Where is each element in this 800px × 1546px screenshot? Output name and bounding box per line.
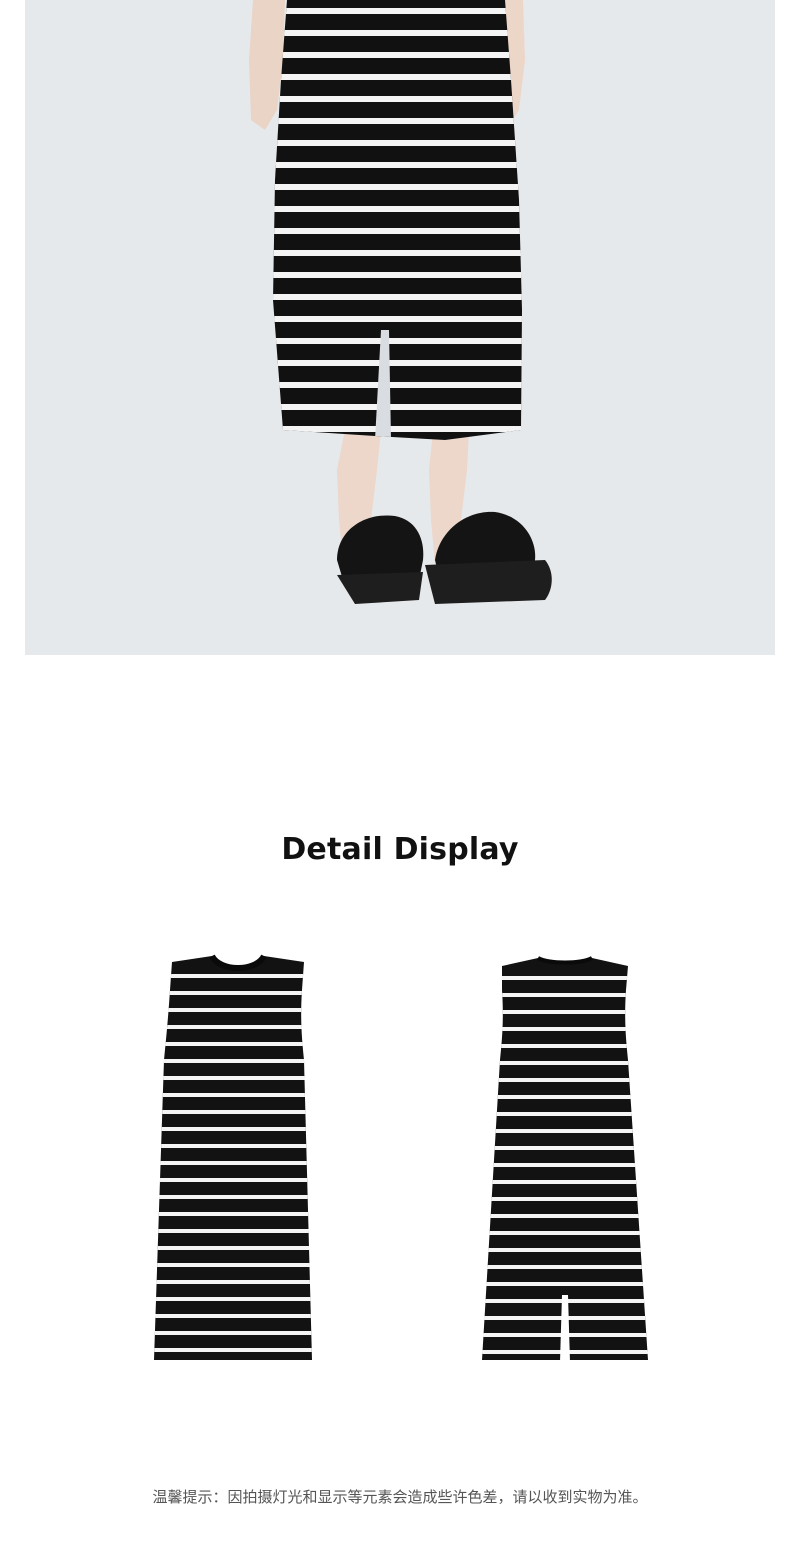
back-stripe xyxy=(482,1061,648,1065)
hero-stripe xyxy=(273,8,522,14)
color-difference-notice: 温馨提示：因拍摄灯光和显示等元素会造成些许色差，请以收到实物为准。 xyxy=(152,1488,648,1506)
back-stripe xyxy=(482,1214,648,1218)
hero-stripe xyxy=(273,316,522,322)
hero-stripe xyxy=(273,426,522,432)
back-stripe xyxy=(482,1044,648,1048)
hero-illustration xyxy=(25,0,775,655)
back-stripe xyxy=(482,1197,648,1201)
front-stripe xyxy=(154,1314,312,1318)
back-stripe xyxy=(482,1112,648,1116)
front-stripe xyxy=(154,1263,312,1267)
hero-stripe xyxy=(273,382,522,388)
back-stripe xyxy=(482,1282,648,1286)
hero-stripe xyxy=(273,96,522,102)
hero-stripe xyxy=(273,140,522,146)
dress-back-illustration xyxy=(482,956,648,1360)
hero-stripe xyxy=(273,294,522,300)
hero-stripe xyxy=(273,206,522,212)
hero-stripe xyxy=(273,52,522,58)
hero-stripe xyxy=(273,162,522,168)
hero-stripe xyxy=(273,360,522,366)
front-stripe xyxy=(154,1331,312,1335)
front-stripe xyxy=(154,1161,312,1165)
hero-stripe xyxy=(273,250,522,256)
back-stripe xyxy=(482,1095,648,1099)
back-stripe xyxy=(482,1231,648,1235)
back-stripe xyxy=(482,1010,648,1014)
section-title: Detail Display xyxy=(281,832,519,867)
dress-back-view xyxy=(478,950,652,1370)
back-neckline xyxy=(536,956,594,965)
back-stripe xyxy=(482,993,648,997)
back-stripe xyxy=(482,1265,648,1269)
front-stripe xyxy=(154,1229,312,1233)
front-stripe xyxy=(154,991,312,995)
front-stripe xyxy=(154,1008,312,1012)
back-stripe xyxy=(482,1027,648,1031)
front-stripe xyxy=(154,1212,312,1216)
back-stripe xyxy=(482,976,648,980)
front-stripe xyxy=(154,1059,312,1063)
hero-model-photo xyxy=(25,0,775,655)
hero-stripe xyxy=(273,338,522,344)
front-stripe xyxy=(154,1110,312,1114)
back-stripe xyxy=(482,1180,648,1184)
front-stripe xyxy=(154,1025,312,1029)
dress-front-view xyxy=(150,950,326,1370)
front-stripe xyxy=(154,1127,312,1131)
back-stripe xyxy=(482,1146,648,1150)
hero-stripe xyxy=(273,228,522,234)
back-stripe xyxy=(482,1163,648,1167)
back-stripe xyxy=(482,1248,648,1252)
front-stripe xyxy=(154,1144,312,1148)
striped-dress xyxy=(273,0,522,440)
front-stripe xyxy=(154,1093,312,1097)
hero-stripe xyxy=(273,30,522,36)
back-stripe xyxy=(482,1129,648,1133)
hero-stripe xyxy=(273,184,522,190)
front-stripe xyxy=(154,974,312,978)
front-stripe xyxy=(154,1042,312,1046)
crew-neckline xyxy=(209,954,267,971)
hero-stripe xyxy=(273,272,522,278)
hero-stripe xyxy=(273,404,522,410)
front-stripe xyxy=(154,1195,312,1199)
dress-front-illustration xyxy=(154,954,312,1360)
front-stripe xyxy=(154,1280,312,1284)
hero-stripe xyxy=(273,118,522,124)
front-stripe xyxy=(154,1348,312,1352)
back-stripe xyxy=(482,1078,648,1082)
front-stripe xyxy=(154,1076,312,1080)
front-stripe xyxy=(154,1178,312,1182)
hero-stripe xyxy=(273,74,522,80)
front-stripe xyxy=(154,1246,312,1250)
front-stripe xyxy=(154,1297,312,1301)
